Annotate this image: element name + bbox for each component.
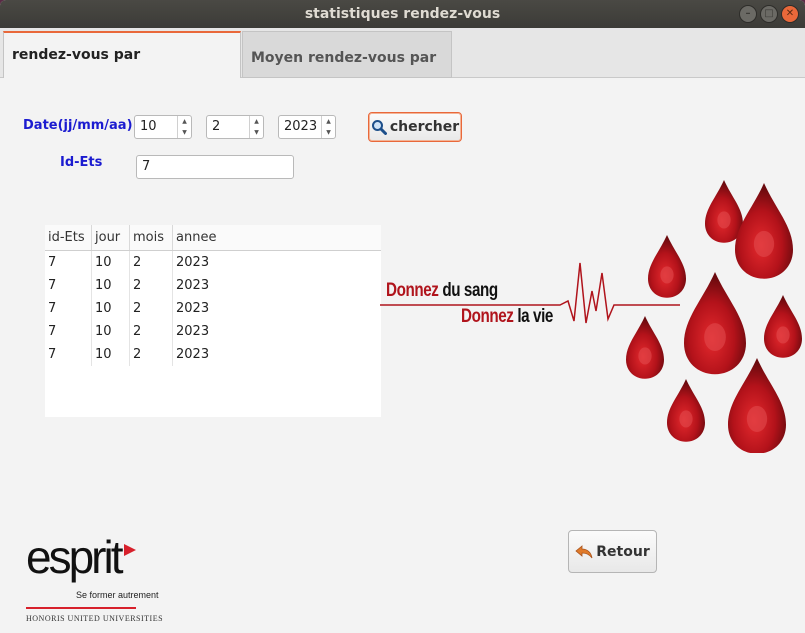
back-arrow-icon	[575, 544, 593, 558]
cell-mois: 2	[130, 343, 173, 366]
esprit-logo-word: esprit	[26, 531, 123, 583]
table-row[interactable]: 7 10 2 2023	[45, 320, 381, 343]
blood-drop-icon	[735, 183, 793, 279]
cell-id-ets: 7	[45, 251, 92, 274]
search-button-label: chercher	[389, 119, 460, 135]
logo-arrow-icon	[124, 544, 136, 556]
date-label: Date(jj/mm/aa)	[23, 118, 133, 133]
column-header-annee[interactable]: annee	[173, 225, 381, 250]
cell-mois: 2	[130, 297, 173, 320]
blood-drop-icon	[705, 180, 743, 243]
cell-jour: 10	[92, 343, 130, 366]
slogan-line-1-black: du sang	[442, 280, 498, 301]
back-button[interactable]: Retour	[568, 530, 657, 573]
id-ets-input[interactable]: 7	[136, 155, 294, 179]
blood-drop-icon	[728, 358, 787, 453]
blood-drop-icon	[684, 272, 746, 375]
slogan-line-2-black: la vie	[517, 306, 553, 327]
month-spinner[interactable]: 2 ▲ ▼	[206, 115, 264, 139]
cell-jour: 10	[92, 274, 130, 297]
cell-id-ets: 7	[45, 297, 92, 320]
search-button[interactable]: chercher	[368, 112, 462, 142]
back-button-label: Retour	[596, 543, 650, 560]
tab-moyen-rendez-vous-par-jour[interactable]: Moyen rendez-vous par jour	[242, 31, 452, 118]
blood-drop-icon	[667, 379, 705, 442]
tab-rendez-vous-par-etablissement[interactable]: rendez-vous par Etablissement	[3, 31, 241, 107]
cell-annee: 2023	[176, 324, 210, 339]
slogan-line-2-red: Donnez	[461, 306, 514, 327]
cell-id-ets: 7	[45, 320, 92, 343]
day-value: 10	[140, 119, 157, 134]
esprit-tagline: Se former autrement	[76, 590, 159, 600]
tab-content: Date(jj/mm/aa) 10 ▲ ▼ 2 ▲ ▼ 2023 ▲ ▼ cherch…	[0, 78, 805, 633]
slogan-line-1: Donnez du sang	[386, 280, 498, 302]
table-header: id-Ets jour mois annee	[45, 225, 381, 251]
table-row[interactable]: 7 10 2 2023	[45, 274, 381, 297]
table-row[interactable]: 7 10 2 2023	[45, 251, 381, 274]
esprit-honoris-text: HONORIS UNITED UNIVERSITIES	[26, 614, 164, 623]
window-title: statistiques rendez-vous	[304, 6, 501, 22]
minimize-button[interactable]: –	[739, 5, 757, 23]
day-stepper-arrows[interactable]: ▲ ▼	[177, 116, 191, 138]
column-header-jour[interactable]: jour	[92, 225, 130, 250]
id-ets-label: Id-Ets	[60, 155, 103, 170]
maximize-button[interactable]: □	[760, 5, 778, 23]
cell-jour: 10	[92, 297, 130, 320]
blood-drop-icon	[626, 316, 664, 379]
cell-jour: 10	[92, 251, 130, 274]
blood-drops-illustration	[380, 180, 802, 453]
year-spinner[interactable]: 2023 ▲ ▼	[278, 115, 336, 139]
year-value: 2023	[284, 119, 318, 134]
table-row[interactable]: 7 10 2 2023	[45, 343, 381, 366]
month-value: 2	[212, 119, 221, 134]
cell-annee: 2023	[176, 301, 210, 316]
logo-divider	[26, 607, 136, 609]
column-header-mois[interactable]: mois	[130, 225, 173, 250]
blood-drop-icon	[764, 295, 802, 358]
appointments-table: id-Ets jour mois annee 7 10 2 2023 7 10 …	[45, 225, 381, 417]
table-row[interactable]: 7 10 2 2023	[45, 297, 381, 320]
slogan-line-2: Donnez la vie	[461, 306, 553, 328]
cell-id-ets: 7	[45, 343, 92, 366]
column-header-id-ets[interactable]: id-Ets	[45, 225, 92, 250]
cell-annee: 2023	[176, 347, 210, 362]
blood-drop-icon	[648, 235, 686, 298]
cell-mois: 2	[130, 274, 173, 297]
app-window: statistiques rendez-vous – □ ✕ rendez-vo…	[0, 0, 805, 633]
cell-annee: 2023	[176, 278, 210, 293]
cell-mois: 2	[130, 320, 173, 343]
tab-bar: rendez-vous par Etablissement Moyen rend…	[0, 28, 805, 118]
search-icon	[371, 120, 387, 135]
cell-jour: 10	[92, 320, 130, 343]
year-stepper-arrows[interactable]: ▲ ▼	[321, 116, 335, 138]
close-button[interactable]: ✕	[781, 5, 799, 23]
cell-id-ets: 7	[45, 274, 92, 297]
slogan-line-1-red: Donnez	[386, 280, 439, 301]
cell-annee: 2023	[176, 255, 210, 270]
title-bar: statistiques rendez-vous – □ ✕	[0, 0, 805, 28]
month-stepper-arrows[interactable]: ▲ ▼	[249, 116, 263, 138]
window-controls: – □ ✕	[739, 5, 799, 23]
day-spinner[interactable]: 10 ▲ ▼	[134, 115, 192, 139]
cell-mois: 2	[130, 251, 173, 274]
